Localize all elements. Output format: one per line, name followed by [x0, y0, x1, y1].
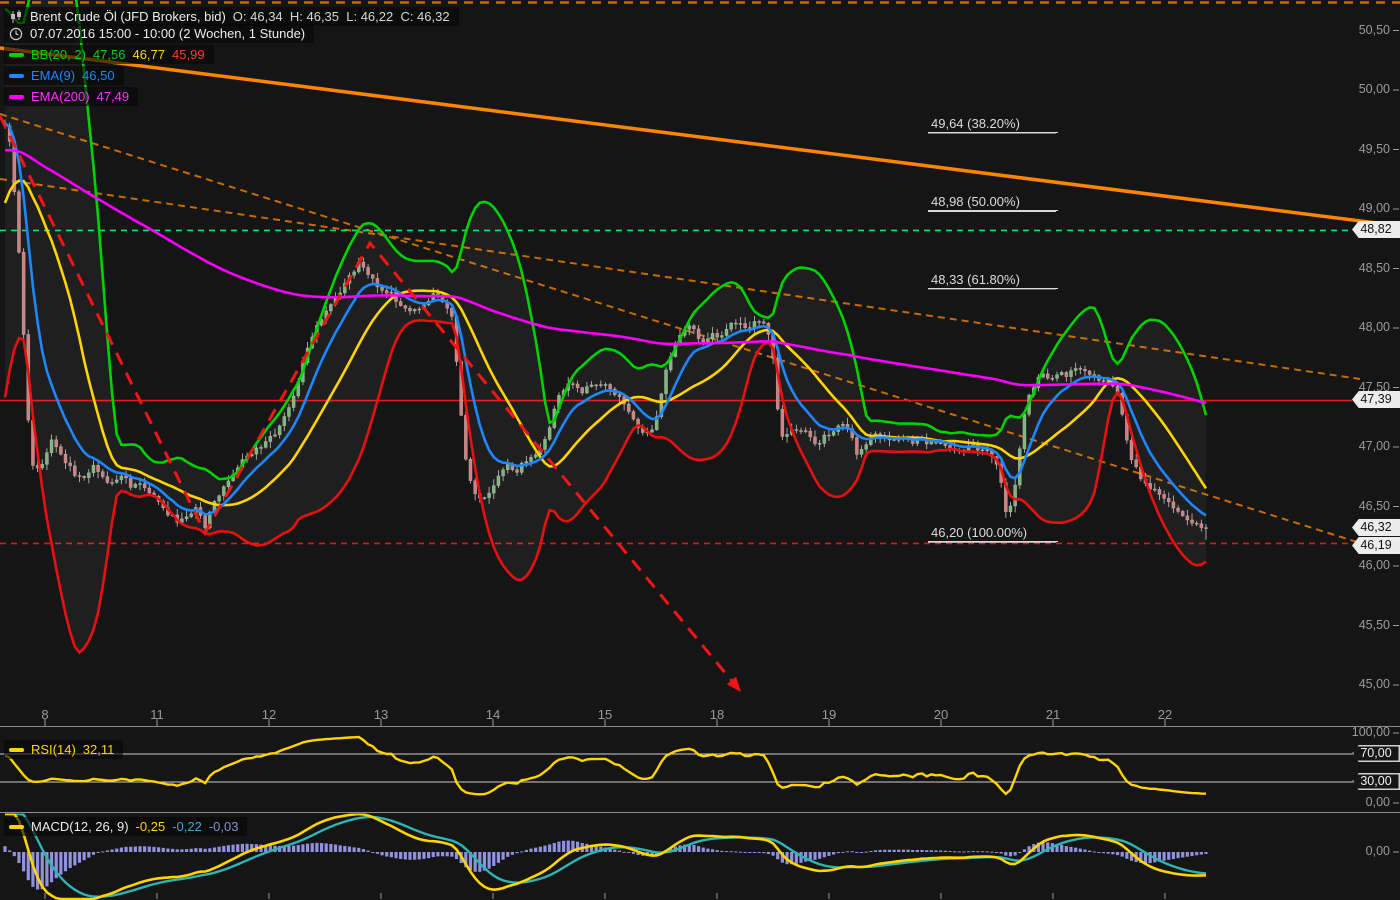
legend-bb-row[interactable]: BB(20, 2) 47,56 46,77 45,99 [4, 45, 214, 64]
legend-ema200-row[interactable]: EMA(200) 47,49 [4, 87, 139, 106]
rsi-axis-label: 0,00 [1365, 795, 1390, 809]
ema200-value: 47,49 [96, 89, 130, 104]
bollinger-fill [5, 0, 1206, 653]
time-axis-label: 19 [821, 707, 837, 722]
price-tag: 70,00 [1352, 745, 1400, 762]
price-axis-label: 46,50 [1358, 498, 1390, 513]
macd-line-icon [9, 824, 24, 829]
price-axis-label: 50,50 [1358, 22, 1390, 37]
time-axis-label: 15 [597, 707, 613, 722]
price-tag: 48,82 [1352, 221, 1400, 238]
bb-upper-value: 47,56 [92, 47, 126, 62]
period-label: 07.07.2016 15:00 - 10:00 (2 Wochen, 1 St… [30, 26, 306, 41]
time-axis-label: 8 [41, 707, 49, 722]
ohlc-values: O: 46,34 H: 46,35 L: 46,22 C: 46,32 [232, 9, 450, 24]
fib-retracement-label: 48,98 (50.00%) [928, 194, 1058, 212]
legend-macd-row[interactable]: MACD(12, 26, 9) -0,25 -0,22 -0,03 [4, 817, 248, 836]
trend-annotation-arrowhead [726, 676, 741, 692]
price-tag: 30,00 [1352, 773, 1400, 790]
trading-chart-window: 50,50 50,00 49,50 49,00 48,50 48,00 47,50 47,00… [0, 0, 1400, 900]
price-tag: 46,19 [1352, 537, 1400, 554]
rsi-value: 32,11 [82, 742, 115, 757]
bb-label: BB(20, 2) [31, 47, 86, 62]
price-axis-label: 45,50 [1358, 617, 1390, 632]
trend-line-0 [0, 46, 1400, 228]
time-axis-label: 20 [933, 707, 949, 722]
time-axis-label: 14 [485, 707, 501, 722]
rsi-pane-layer [0, 735, 1352, 796]
macd-axis-label: 0,00 [1365, 844, 1390, 858]
macd-signal-value: -0,22 [172, 819, 202, 834]
macd-hist-value: -0,03 [208, 819, 239, 834]
bb-middle-value: 46,77 [132, 47, 166, 62]
price-tag: 46,32 [1352, 519, 1400, 536]
price-axis-label: 48,50 [1358, 260, 1390, 275]
ema9-value: 46,50 [82, 68, 115, 83]
time-axis-label: 12 [261, 707, 277, 722]
rsi-line-icon [9, 747, 24, 752]
ema200-label: EMA(200) [31, 89, 90, 104]
legend-rsi-row[interactable]: RSI(14) 32,11 [4, 740, 124, 759]
legend-ema9-row[interactable]: EMA(9) 46,50 [4, 66, 124, 85]
ema200-line-icon [9, 94, 24, 99]
chart-canvas[interactable] [0, 0, 1400, 900]
fib-retracement-label: 46,20 (100.00%) [928, 525, 1058, 543]
time-axis-label: 22 [1157, 707, 1173, 722]
time-axis-label: 21 [1045, 707, 1061, 722]
bb-line-icon [9, 52, 24, 57]
macd-label: MACD(12, 26, 9) [31, 819, 129, 834]
fib-retracement-label: 49,64 (38.20%) [928, 116, 1058, 133]
ema9-label: EMA(9) [31, 68, 76, 83]
time-axis-label: 11 [150, 707, 164, 722]
macd-value: -0,25 [135, 819, 166, 834]
rsi-axis-label: 100,00 [1351, 725, 1390, 739]
time-axis-label: 13 [373, 707, 389, 722]
price-axis-label: 49,50 [1358, 141, 1390, 156]
price-axis-label: 46,00 [1358, 558, 1390, 572]
bb-lower-value: 45,99 [172, 47, 205, 62]
price-axis-label: 48,00 [1358, 320, 1390, 334]
candlestick-chart-icon [11, 9, 21, 23]
symbol-title: Brent Crude Öl (JFD Brokers, bid) [30, 9, 226, 24]
ema9-line-icon [9, 73, 24, 78]
price-axis-label: 50,00 [1358, 82, 1390, 96]
legend-period-row[interactable]: 07.07.2016 15:00 - 10:00 (2 Wochen, 1 St… [4, 24, 315, 43]
fib-retracement-label: 48,33 (61.80%) [928, 272, 1058, 289]
price-axis-label: 47,00 [1358, 439, 1390, 453]
time-axis-label: 18 [709, 707, 725, 722]
price-tag: 47,39 [1352, 391, 1400, 408]
clock-icon [9, 27, 23, 40]
price-axis-label: 45,00 [1358, 677, 1390, 691]
rsi-line [4, 735, 1207, 796]
rsi-label: RSI(14) [31, 742, 76, 757]
price-axis-label: 49,00 [1358, 201, 1390, 215]
